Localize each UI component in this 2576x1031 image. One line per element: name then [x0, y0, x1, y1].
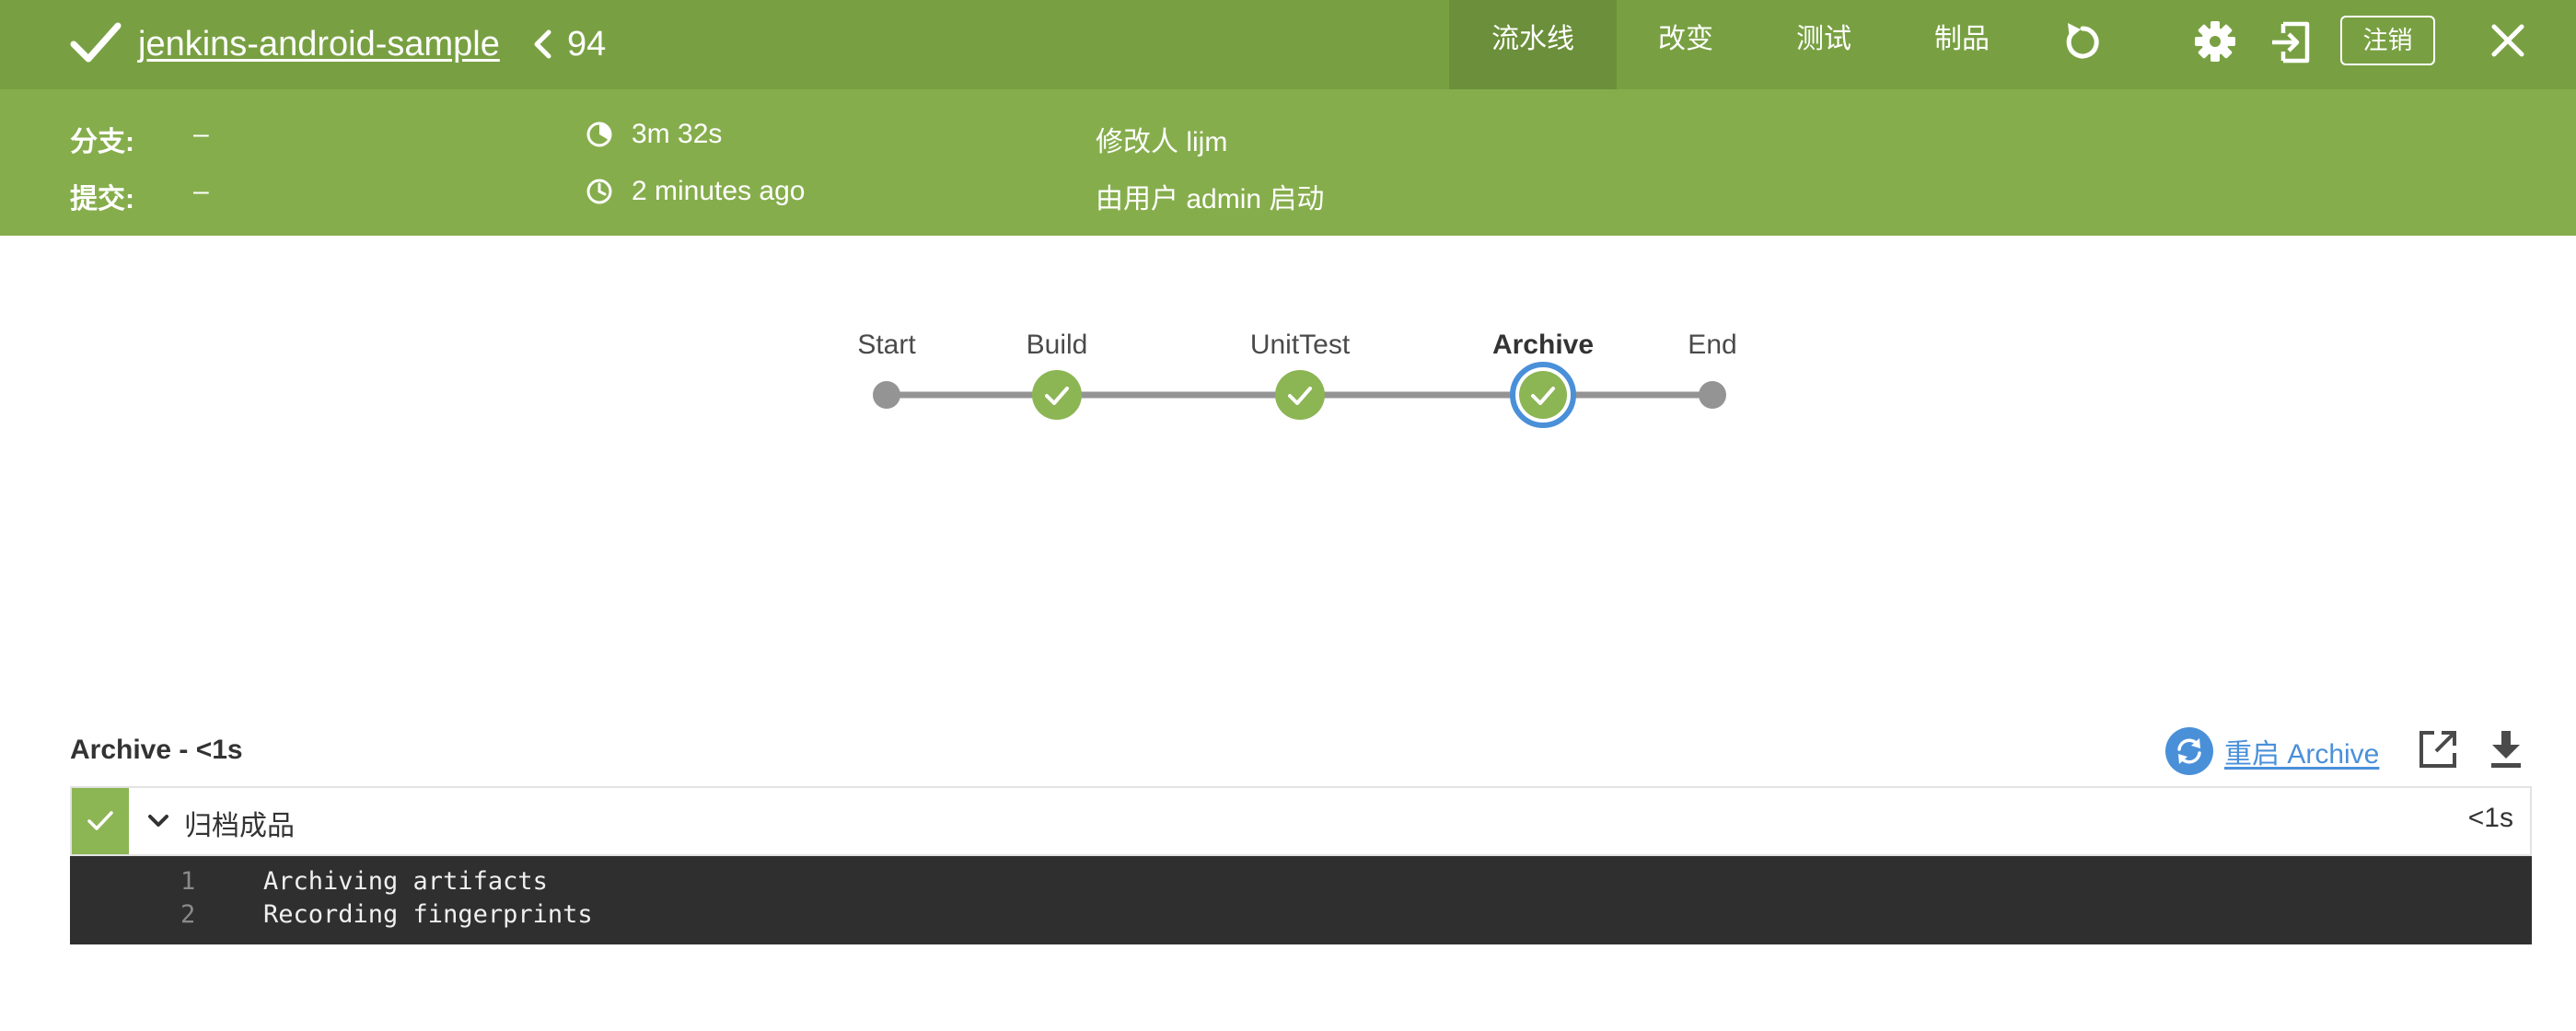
stage-node-build[interactable]	[1031, 369, 1083, 421]
step-row[interactable]: 归档成品 <1s	[70, 786, 2532, 856]
stage-label-unittest[interactable]: UnitTest	[1250, 330, 1350, 361]
stage-node-archive[interactable]	[1510, 362, 1576, 428]
log-line: 1 Archiving artifacts	[70, 867, 2532, 900]
log-line-number[interactable]: 1	[180, 867, 265, 896]
chevron-down-icon[interactable]	[147, 814, 169, 828]
end-node	[1699, 381, 1726, 409]
stage-label-build[interactable]: Build	[1027, 330, 1088, 361]
stage-label-start[interactable]: Start	[857, 330, 915, 361]
gear-icon[interactable]	[2193, 18, 2237, 64]
step-name: 归档成品	[184, 811, 295, 841]
run-info-bar: 分支: – 提交: – 3m 32s 2 minutes ago 修改人 lij…	[0, 89, 2576, 236]
stage-label-end[interactable]: End	[1688, 330, 1736, 361]
log-line-number[interactable]: 2	[180, 900, 265, 929]
close-icon[interactable]	[2491, 24, 2524, 57]
start-node	[873, 381, 900, 409]
commit-value: –	[193, 176, 209, 206]
run-changes: 修改人 lijm	[1096, 127, 1228, 157]
run-number: 94	[567, 25, 607, 64]
download-icon[interactable]	[2489, 729, 2523, 770]
check-icon	[70, 22, 122, 63]
clock-icon	[586, 179, 612, 204]
run-started: 2 minutes ago	[632, 176, 806, 206]
stage-label-archive[interactable]: Archive	[1492, 330, 1594, 361]
step-duration: <1s	[2467, 803, 2513, 833]
check-icon	[87, 811, 113, 830]
step-log: 1 Archiving artifacts 2 Recording finger…	[70, 856, 2532, 944]
top-bar: jenkins-android-sample 94 流水线 改变 测试 制品 注…	[0, 0, 2576, 89]
duration-icon	[586, 122, 612, 147]
pipeline-graph: Start Build UnitTest Archive End	[0, 236, 2576, 512]
tab-changes[interactable]: 改变	[1617, 0, 1755, 89]
commit-label: 提交:	[70, 184, 134, 214]
logout-button[interactable]: 注销	[2340, 16, 2435, 65]
log-line: 2 Recording fingerprints	[70, 900, 2532, 933]
rerun-icon[interactable]	[2060, 20, 2105, 64]
log-line-text: Archiving artifacts	[263, 867, 548, 896]
branch-value: –	[193, 119, 209, 149]
step-panel-title: Archive - <1s	[70, 735, 243, 765]
run-cause: 由用户 admin 启动	[1096, 184, 1325, 214]
chevron-left-icon[interactable]	[532, 29, 552, 59]
open-in-new-icon[interactable]	[2418, 729, 2458, 770]
restart-stage-link[interactable]: 重启 Archive	[2224, 731, 2379, 771]
branch-label: 分支:	[70, 127, 134, 157]
log-line-text: Recording fingerprints	[263, 900, 593, 929]
pipeline-name-link[interactable]: jenkins-android-sample	[138, 20, 500, 68]
exit-icon[interactable]	[2270, 20, 2311, 64]
step-status-success	[72, 788, 129, 854]
restart-icon[interactable]	[2165, 727, 2213, 775]
tab-tests[interactable]: 测试	[1755, 0, 1893, 89]
stage-node-unittest[interactable]	[1274, 369, 1326, 421]
tab-pipeline[interactable]: 流水线	[1449, 0, 1617, 89]
run-duration: 3m 32s	[632, 119, 723, 149]
tab-artifacts[interactable]: 制品	[1893, 0, 2031, 89]
